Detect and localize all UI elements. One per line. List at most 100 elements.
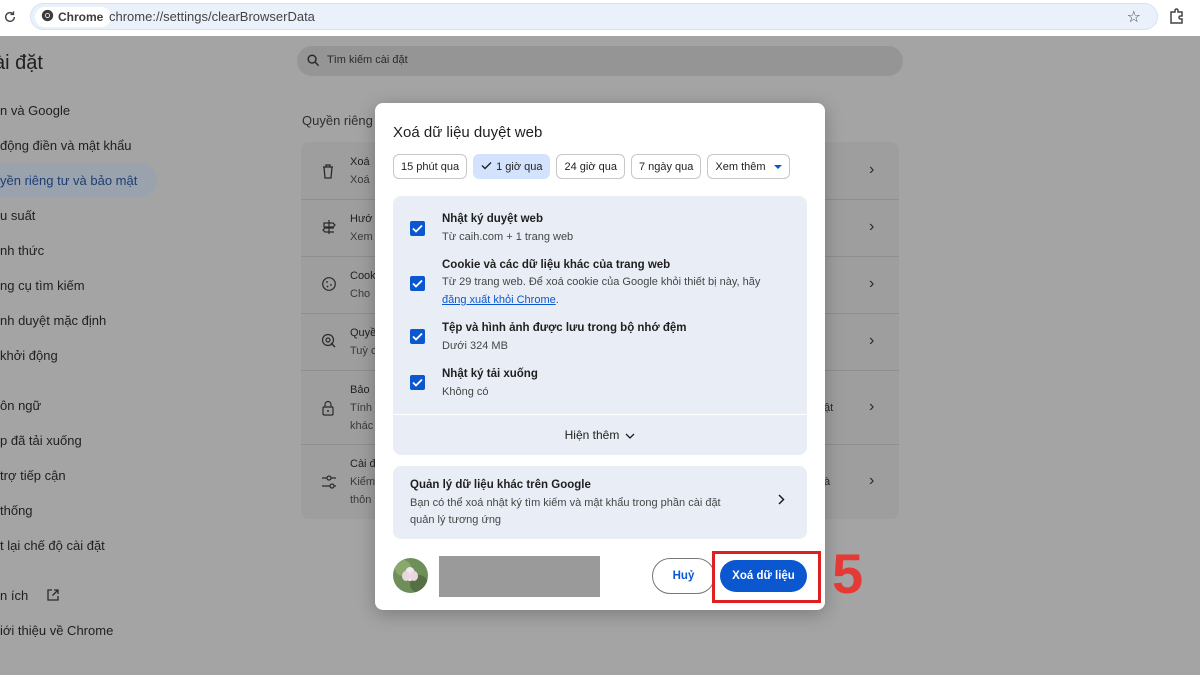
row-cookies-title: Cook: [350, 270, 376, 282]
bookmark-star-icon[interactable]: ☆: [1127, 7, 1141, 27]
google-box-desc: Bạn có thể xoá nhật ký tìm kiếm và mật k…: [410, 497, 721, 509]
sidebar-item-about-chrome[interactable]: iới thiệu về Chrome: [0, 623, 113, 638]
sidebar-item-you-and-google[interactable]: n và Google: [0, 103, 70, 118]
sidebar-item-extensions[interactable]: n ích: [0, 588, 60, 605]
tune-icon: [321, 474, 337, 490]
row-security-desc: Tính: [350, 402, 373, 414]
step-number: 5: [832, 542, 864, 605]
sidebar-item-on-startup[interactable]: khởi động: [0, 348, 58, 363]
manage-google-data-row[interactable]: Quản lý dữ liệu khác trên Google Bạn có …: [393, 466, 807, 539]
time-chip-label: 1 giờ qua: [496, 160, 543, 173]
row-site-settings-desc: Kiểm: [350, 476, 376, 488]
google-box-title: Quản lý dữ liệu khác trên Google: [410, 479, 591, 491]
sidebar-item-search-engine[interactable]: ng cụ tìm kiếm: [0, 278, 85, 293]
item-subtitle: Dưới 324 MB: [442, 340, 508, 352]
sidebar-item-performance[interactable]: u suất: [0, 208, 35, 223]
chevron-right-icon[interactable]: ›: [869, 472, 874, 490]
row-site-settings-title: Cài đ: [350, 458, 376, 470]
signpost-icon: [321, 219, 337, 235]
row-security-desc-2: khác: [350, 420, 374, 432]
sidebar-item-system[interactable]: thống: [0, 503, 33, 518]
search-placeholder: Tìm kiếm cài đặt: [327, 54, 408, 66]
checkbox-cookies[interactable]: [410, 276, 425, 291]
site-chip[interactable]: Chrome: [35, 7, 112, 27]
data-type-list: Nhật ký duyệt web Từ caih.com + 1 trang …: [393, 196, 807, 414]
item-title: Tệp và hình ảnh được lưu trong bộ nhớ đệ…: [442, 322, 687, 334]
row-permissions-desc: Tuỳ c: [350, 345, 377, 357]
time-chip-more-dropdown[interactable]: Xem thêm: [707, 154, 790, 179]
row-site-settings-desc-2: thôn: [350, 494, 372, 506]
time-chip-label: 7 ngày qua: [638, 160, 694, 173]
sidebar-item-privacy[interactable]: yền riêng tư và bảo mật: [0, 173, 137, 188]
google-box-desc-2: quản lý tương ứng: [410, 514, 502, 526]
time-range-chips: 15 phút qua 1 giờ qua 24 giờ qua 7 ngày …: [393, 154, 790, 179]
row-clear-data-desc: Xoá: [350, 174, 370, 186]
sidebar-item-reset[interactable]: t lại chế độ cài đặt: [0, 538, 105, 553]
row-guide-title: Hướ: [350, 213, 373, 225]
item-title: Cookie và các dữ liệu khác của trang web: [442, 259, 671, 271]
row-cookies-desc: Cho: [350, 288, 371, 300]
time-chip-label: Xem thêm: [715, 160, 766, 173]
cookie-icon: [321, 276, 337, 292]
settings-search[interactable]: Tìm kiếm cài đặt: [297, 46, 903, 76]
item-subtitle: Từ 29 trang web. Để xoá cookie của Googl…: [442, 276, 761, 288]
link-suffix: .: [555, 294, 559, 306]
row-security-title: Bảo: [350, 384, 370, 396]
sidebar-item-accessibility[interactable]: trợ tiếp cận: [0, 468, 66, 483]
item-title: Nhật ký duyệt web: [442, 213, 543, 225]
time-chip-15min[interactable]: 15 phút qua: [393, 154, 468, 179]
checkbox-browsing-history[interactable]: [410, 221, 425, 236]
chevron-right-icon: [778, 492, 785, 510]
sidebar-item-downloads[interactable]: p đã tải xuống: [0, 433, 82, 448]
cancel-button[interactable]: Huỷ: [652, 558, 715, 594]
site-chip-label: Chrome: [58, 10, 104, 24]
trash-icon: [321, 163, 337, 179]
avatar: [393, 558, 428, 593]
row-guide-desc: Xem: [350, 231, 373, 243]
url-text[interactable]: chrome://settings/clearBrowserData: [109, 9, 315, 24]
checkbox-download-history[interactable]: [410, 375, 425, 390]
site-settings-icon: [321, 333, 337, 349]
sidebar-item-default-browser[interactable]: nh duyệt mặc định: [0, 313, 106, 328]
sign-out-link[interactable]: đăng xuất khỏi Chrome: [442, 294, 556, 306]
sidebar-item-autofill[interactable]: động điền và mật khẩu: [0, 138, 132, 153]
browser-toolbar: Chrome chrome://settings/clearBrowserDat…: [0, 0, 1200, 36]
sidebar-item-extensions-label: n ích: [0, 588, 29, 603]
row-permissions-title: Quyề: [350, 327, 377, 339]
item-title: Nhật ký tải xuống: [442, 368, 538, 380]
show-more-label: Hiện thêm: [564, 428, 620, 442]
chevron-right-icon[interactable]: ›: [869, 398, 874, 416]
reload-icon[interactable]: [0, 7, 20, 27]
chevron-right-icon[interactable]: ›: [869, 275, 874, 293]
time-chip-24hours[interactable]: 24 giờ qua: [556, 154, 625, 179]
row-security-tail: ật: [824, 402, 834, 414]
sidebar-item-appearance[interactable]: nh thức: [0, 243, 44, 258]
section-title-privacy: Quyền riêng: [302, 113, 373, 128]
sidebar-item-languages[interactable]: ôn ngữ: [0, 398, 41, 413]
item-subtitle: Không có: [442, 386, 489, 398]
external-link-icon: [46, 588, 60, 605]
check-icon: [481, 161, 492, 173]
show-more-button[interactable]: Hiện thêm: [393, 415, 807, 455]
highlight-box: [712, 551, 821, 603]
chevron-right-icon[interactable]: ›: [869, 332, 874, 350]
row-clear-data-title: Xoá: [350, 156, 370, 168]
clear-browsing-data-dialog: Xoá dữ liệu duyệt web 15 phút qua 1 giờ …: [375, 103, 825, 610]
lock-icon: [321, 400, 337, 416]
chevron-right-icon[interactable]: ›: [869, 161, 874, 179]
dialog-title: Xoá dữ liệu duyệt web: [393, 124, 543, 141]
address-bar[interactable]: Chrome chrome://settings/clearBrowserDat…: [30, 3, 1158, 30]
dropdown-arrow-icon: [773, 164, 782, 169]
time-chip-label: 24 giờ qua: [564, 160, 617, 173]
time-chip-7days[interactable]: 7 ngày qua: [630, 154, 702, 179]
time-chip-1hour[interactable]: 1 giờ qua: [473, 154, 551, 179]
chevron-right-icon[interactable]: ›: [869, 218, 874, 236]
item-subtitle: Từ caih.com + 1 trang web: [442, 231, 574, 243]
chevron-down-icon: [625, 428, 635, 442]
search-icon: [307, 54, 320, 72]
chrome-logo-icon: [41, 9, 54, 25]
time-chip-label: 15 phút qua: [401, 160, 460, 173]
checkbox-cached-files[interactable]: [410, 329, 425, 344]
redacted-account-name: [439, 556, 600, 597]
extensions-icon[interactable]: [1168, 7, 1186, 25]
